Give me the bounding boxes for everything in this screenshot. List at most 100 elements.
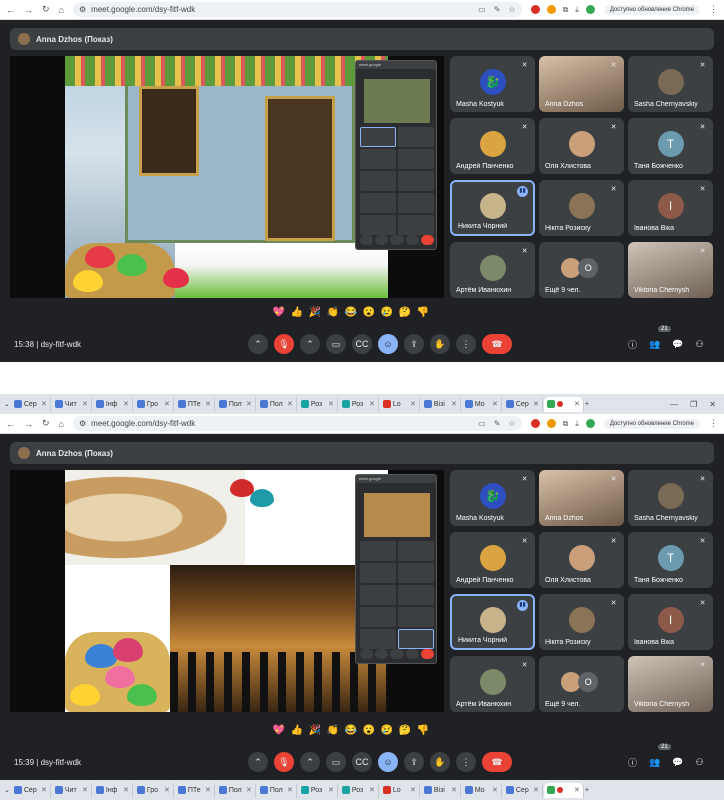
participant-tile[interactable]: ✕ Anna Dzhos: [539, 56, 624, 112]
tab-list-chevron-icon[interactable]: ⌄: [4, 400, 10, 408]
reaction-sad-icon[interactable]: 😢: [380, 724, 394, 738]
browser-tab[interactable]: Чит ✕: [52, 782, 92, 798]
browser-tab[interactable]: Сер ✕: [11, 782, 51, 798]
restore-icon[interactable]: ❐: [690, 400, 697, 409]
home-icon[interactable]: ⌂: [59, 419, 64, 429]
home-icon[interactable]: ⌂: [59, 5, 64, 15]
mic-options-chevron-icon[interactable]: ⌃: [248, 334, 268, 354]
browser-tab[interactable]: ПТе ✕: [175, 396, 215, 412]
mic-options-chevron-icon[interactable]: ⌃: [248, 752, 268, 772]
participant-tile[interactable]: ✕ Sasha Chernyavskiy: [628, 56, 713, 112]
forward-icon[interactable]: →: [24, 5, 33, 15]
extension-icon[interactable]: [546, 5, 556, 14]
back-icon[interactable]: ←: [6, 5, 15, 15]
browser-tab[interactable]: Гро ✕: [134, 396, 174, 412]
reactions-button[interactable]: ☺: [378, 752, 398, 772]
address-bar[interactable]: ⚙ meet.google.com/dsy-fitf-wdk ▭ ✎ ☆: [72, 2, 522, 17]
participant-tile[interactable]: 🐉 ✕ Masha Kostyuk: [450, 56, 535, 112]
browser-tab[interactable]: Сер ✕: [11, 396, 51, 412]
participant-tile[interactable]: ✕ Артём Иванюхин: [450, 242, 535, 298]
browser-tab[interactable]: Роз ✕: [298, 782, 338, 798]
raise-hand-button[interactable]: ✋: [430, 334, 450, 354]
extensions-icon[interactable]: ⧉: [563, 5, 569, 15]
bookmark-star-icon[interactable]: ☆: [508, 419, 515, 428]
reaction-thinking-icon[interactable]: 🤔: [398, 306, 412, 320]
leave-call-button[interactable]: ☎: [482, 752, 512, 772]
browser-tab-active[interactable]: ✕: [543, 396, 584, 412]
edit-icon[interactable]: ✎: [494, 5, 501, 14]
reload-icon[interactable]: ↻: [42, 418, 50, 429]
participant-tile[interactable]: ✕ Нікіта Розиску: [539, 180, 624, 236]
people-icon[interactable]: 👥: [649, 339, 660, 350]
browser-tab[interactable]: Роз ✕: [339, 396, 379, 412]
camera-icon[interactable]: ▭: [478, 5, 486, 14]
reaction-clap-icon[interactable]: 👏: [326, 306, 340, 320]
reaction-party-icon[interactable]: 🎉: [308, 724, 322, 738]
participant-tile[interactable]: ✕ Оля Хлистова: [539, 118, 624, 174]
extension-icon[interactable]: [546, 419, 556, 428]
camera-off-button[interactable]: ▭: [326, 334, 346, 354]
browser-tab[interactable]: Lo ✕: [380, 396, 420, 412]
participant-tile[interactable]: І ✕ Іванова Віка: [628, 180, 713, 236]
reaction-laugh-icon[interactable]: 😂: [344, 724, 358, 738]
browser-tab[interactable]: Пол ✕: [257, 782, 297, 798]
browser-tab[interactable]: Пол ✕: [216, 782, 256, 798]
meeting-info-icon[interactable]: ⓘ: [628, 338, 637, 351]
leave-call-button[interactable]: ☎: [482, 334, 512, 354]
chat-icon[interactable]: 💬: [672, 339, 683, 350]
reaction-thumbs-down-icon[interactable]: 👎: [416, 724, 430, 738]
activities-icon[interactable]: ⚇: [695, 757, 703, 768]
more-options-button[interactable]: ⋮: [456, 752, 476, 772]
browser-tab[interactable]: Чит ✕: [52, 396, 92, 412]
camera-off-button[interactable]: ▭: [326, 752, 346, 772]
reaction-heart-icon[interactable]: 💖: [272, 724, 286, 738]
reaction-laugh-icon[interactable]: 😂: [344, 306, 358, 320]
participant-tile[interactable]: ✕ Нікіта Розиску: [539, 594, 624, 650]
kebab-menu-icon[interactable]: ⋮: [709, 4, 718, 15]
meeting-info-icon[interactable]: ⓘ: [628, 756, 637, 769]
minimize-icon[interactable]: —: [670, 400, 678, 409]
browser-tab[interactable]: Сер ✕: [503, 396, 543, 412]
site-info-icon[interactable]: ⚙: [79, 5, 86, 14]
participant-tile[interactable]: 🐉 ✕ Masha Kostyuk: [450, 470, 535, 526]
browser-tab[interactable]: Інф ✕: [93, 396, 133, 412]
back-icon[interactable]: ←: [6, 419, 15, 429]
new-tab-icon[interactable]: +: [585, 787, 589, 794]
site-info-icon[interactable]: ⚙: [79, 419, 86, 428]
browser-tab[interactable]: Інф ✕: [93, 782, 133, 798]
present-screen-button[interactable]: ⇪: [404, 752, 424, 772]
camera-options-chevron-icon[interactable]: ⌃: [300, 334, 320, 354]
participant-tile[interactable]: Т ✕ Таня Божченко: [628, 118, 713, 174]
reload-icon[interactable]: ↻: [42, 4, 50, 15]
extension-icon[interactable]: [530, 419, 540, 428]
participant-tile[interactable]: ✕ Андрей Панченко: [450, 532, 535, 588]
reaction-thinking-icon[interactable]: 🤔: [398, 724, 412, 738]
mic-off-button[interactable]: 🎙: [274, 752, 294, 772]
chrome-update-button[interactable]: Доступно обновление Chrome: [603, 418, 700, 429]
participant-tile[interactable]: ✕ Viktoria Chernysh: [628, 656, 713, 712]
participant-tile[interactable]: ✕ Андрей Панченко: [450, 118, 535, 174]
participant-tile[interactable]: Т ✕ Таня Божченко: [628, 532, 713, 588]
browser-tab[interactable]: Мо ✕: [462, 782, 502, 798]
activities-icon[interactable]: ⚇: [695, 339, 703, 350]
participant-tile[interactable]: ✕ Оля Хлистова: [539, 532, 624, 588]
reaction-clap-icon[interactable]: 👏: [326, 724, 340, 738]
new-tab-icon[interactable]: +: [585, 401, 589, 408]
participant-tile-speaking[interactable]: ▮▮ Никита Чорний: [450, 594, 535, 650]
kebab-menu-icon[interactable]: ⋮: [709, 418, 718, 429]
captions-button[interactable]: CC: [352, 334, 372, 354]
reaction-sad-icon[interactable]: 😢: [380, 306, 394, 320]
browser-tab[interactable]: Lo ✕: [380, 782, 420, 798]
reaction-thumbs-down-icon[interactable]: 👎: [416, 306, 430, 320]
profile-avatar[interactable]: [585, 5, 595, 14]
participant-tile[interactable]: ✕ Sasha Chernyavskiy: [628, 470, 713, 526]
camera-icon[interactable]: ▭: [478, 419, 486, 428]
browser-tab[interactable]: Мо ✕: [462, 396, 502, 412]
camera-options-chevron-icon[interactable]: ⌃: [300, 752, 320, 772]
more-options-button[interactable]: ⋮: [456, 334, 476, 354]
tab-list-chevron-icon[interactable]: ⌄: [4, 786, 10, 794]
reaction-party-icon[interactable]: 🎉: [308, 306, 322, 320]
profile-avatar[interactable]: [585, 419, 595, 428]
chat-icon[interactable]: 💬: [672, 757, 683, 768]
people-icon[interactable]: 👥: [649, 757, 660, 768]
